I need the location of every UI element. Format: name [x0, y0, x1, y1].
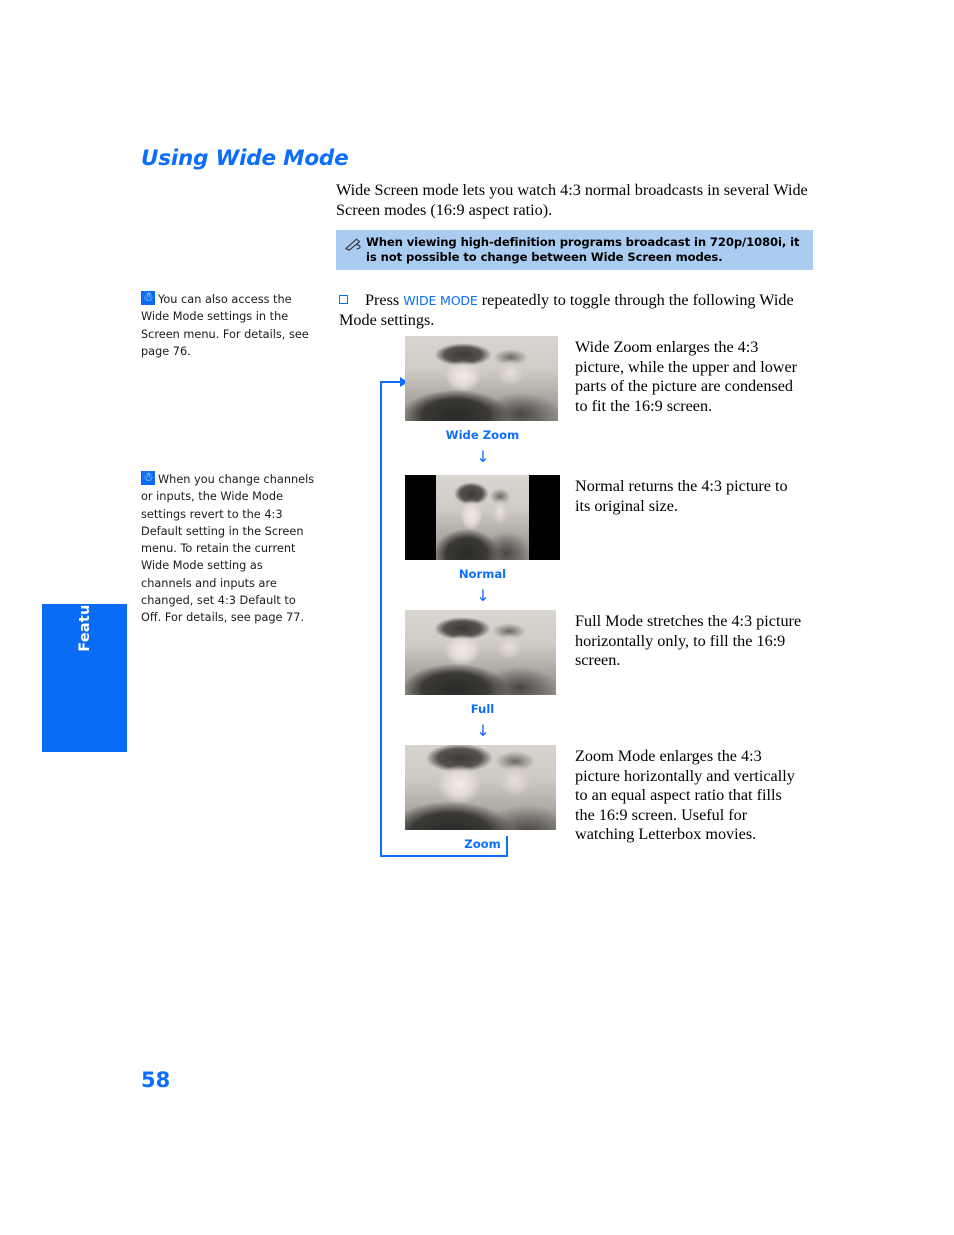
sample-photo [405, 745, 556, 830]
features-tab-label: Features [76, 578, 93, 652]
margin-tip-2: ☃ When you change channels or inputs, the… [141, 470, 316, 627]
flow-loop-top-horizontal [380, 381, 402, 383]
instruction-prefix: Press [365, 291, 404, 309]
mode-caption-full: Full [470, 702, 495, 716]
flow-loop-vertical [380, 381, 382, 857]
mode-description-zoom: Zoom Mode enlarges the 4:3 picture horiz… [575, 747, 795, 843]
checkbox-bullet-icon [339, 295, 348, 304]
note-text: When viewing high-definition programs br… [366, 235, 800, 264]
note-callout: When viewing high-definition programs br… [336, 230, 813, 270]
features-side-tab: Features [42, 578, 127, 752]
margin-tip-1-text: You can also access the Wide Mode settin… [141, 293, 309, 358]
wide-mode-keycap: WIDE MODE [403, 293, 478, 308]
mode-description-full: Full Mode stretches the 4:3 picture hori… [575, 612, 802, 669]
pencil-note-icon [344, 237, 362, 253]
margin-tip-2-text: When you change channels or inputs, the … [141, 473, 315, 625]
pillarbox-bar-left [405, 475, 436, 560]
flow-loop-bottom-horizontal [380, 855, 508, 857]
page-number: 58 [141, 1068, 171, 1092]
pillarbox-bar-right [529, 475, 560, 560]
wide-mode-flow-diagram: Wide Zoom Wide Zoom enlarges the 4:3 pic… [370, 336, 830, 871]
mode-description-wide-zoom: Wide Zoom enlarges the 4:3 picture, whil… [575, 338, 798, 415]
sample-photo [405, 610, 556, 695]
mode-thumbnail-full [405, 610, 556, 695]
mode-caption-normal: Normal [458, 567, 507, 581]
mode-caption-zoom: Zoom [464, 837, 501, 851]
mode-thumbnail-zoom [405, 745, 556, 830]
page-title: Using Wide Mode [141, 146, 349, 171]
mode-description-normal: Normal returns the 4:3 picture to its or… [575, 477, 788, 515]
instruction-step: Press WIDE MODE repeatedly to toggle thr… [339, 291, 819, 330]
flow-arrow-down-icon: ↓ [476, 586, 490, 605]
lightbulb-icon: ☃ [141, 470, 155, 485]
sample-photo [405, 336, 558, 421]
mode-caption-wide-zoom: Wide Zoom [445, 428, 520, 442]
margin-tip-1: ☃ You can also access the Wide Mode setti… [141, 290, 316, 360]
lightbulb-icon: ☃ [141, 290, 155, 305]
flow-arrow-down-icon: ↓ [476, 721, 490, 740]
mode-thumbnail-wide-zoom [405, 336, 558, 421]
intro-paragraph: Wide Screen mode lets you watch 4:3 norm… [336, 181, 808, 219]
mode-thumbnail-normal [405, 475, 560, 560]
flow-arrow-down-icon: ↓ [476, 447, 490, 466]
instruction-text: Press WIDE MODE repeatedly to toggle thr… [339, 291, 794, 329]
sample-photo [436, 475, 529, 560]
